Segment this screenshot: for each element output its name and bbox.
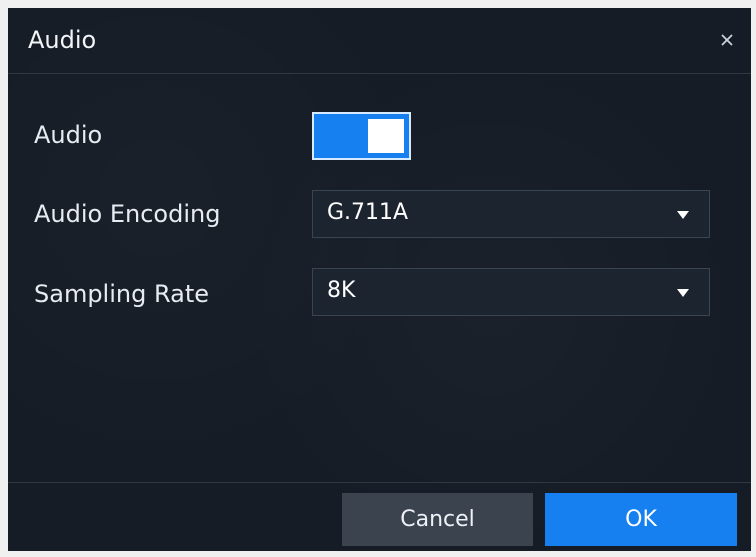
dialog-title: Audio [28, 26, 97, 54]
audio-dialog: Audio Audio Audio Encoding G.711A Sampli… [8, 8, 751, 551]
audio-encoding-label: Audio Encoding [34, 200, 221, 228]
cancel-button[interactable]: Cancel [342, 493, 533, 546]
sampling-rate-select[interactable]: 8K [312, 268, 710, 316]
toggle-knob [368, 119, 404, 153]
chevron-down-icon [677, 211, 689, 219]
ok-button[interactable]: OK [545, 493, 737, 546]
audio-encoding-value: G.711A [327, 200, 409, 225]
dialog-footer: Cancel OK [8, 482, 751, 551]
close-icon[interactable] [715, 28, 739, 52]
sampling-rate-label: Sampling Rate [34, 280, 209, 308]
audio-label: Audio [34, 121, 103, 149]
sampling-rate-value: 8K [327, 278, 356, 303]
audio-encoding-select[interactable]: G.711A [312, 190, 710, 238]
chevron-down-icon [677, 289, 689, 297]
dialog-titlebar: Audio [8, 8, 751, 74]
audio-toggle[interactable] [312, 112, 411, 160]
